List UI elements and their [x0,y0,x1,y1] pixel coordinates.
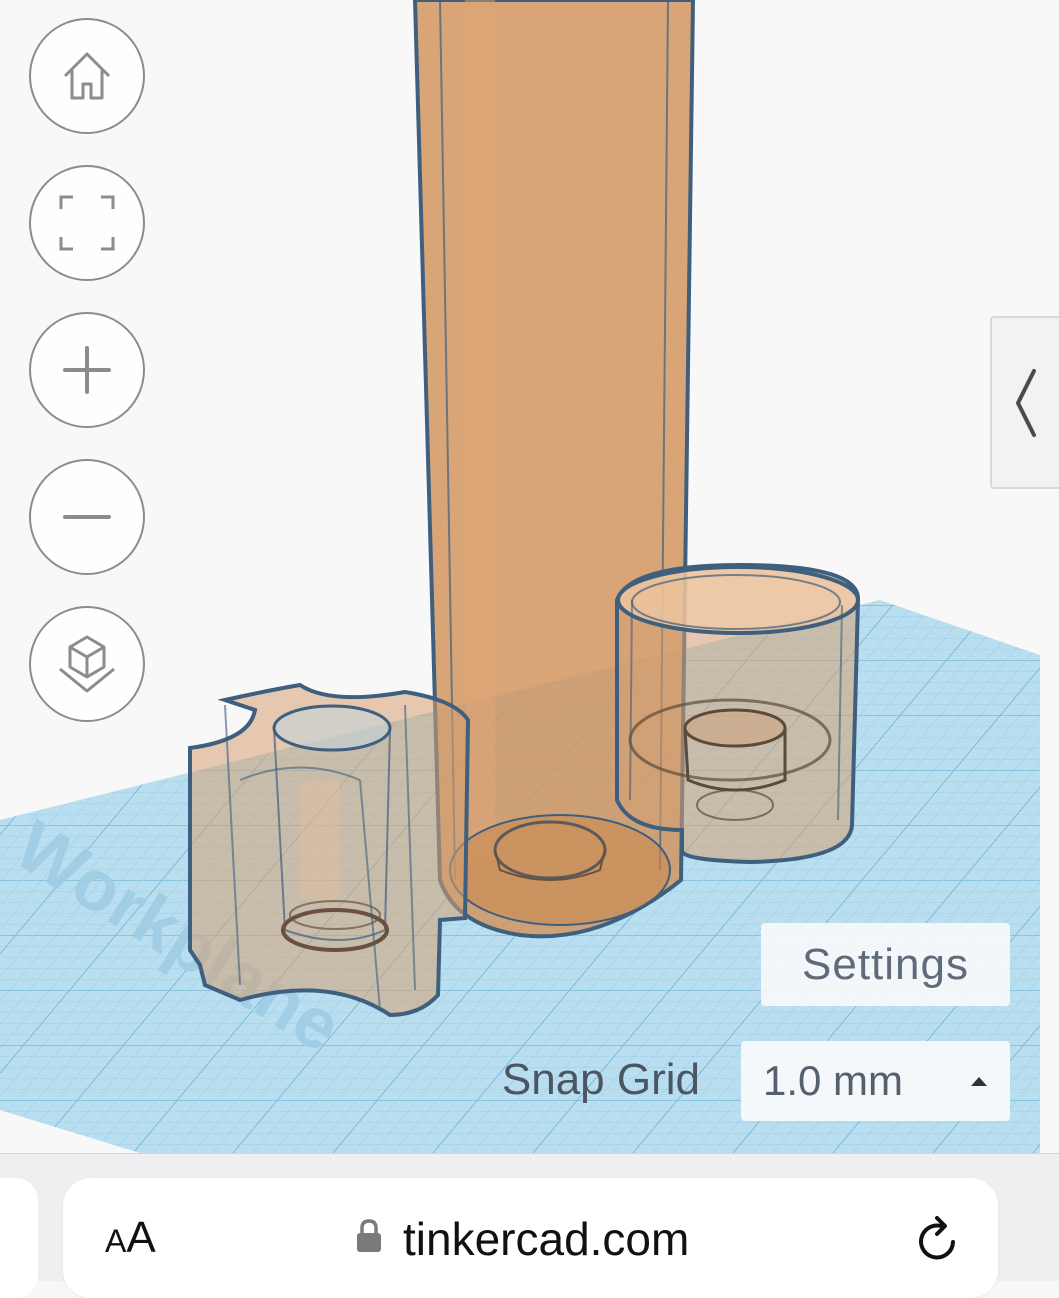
text-size-big-glyph: A [126,1213,156,1262]
zoom-out-button[interactable] [29,459,145,575]
snap-grid-value: 1.0 mm [763,1057,904,1104]
reload-icon[interactable] [913,1212,963,1266]
fit-all-button[interactable] [29,165,145,281]
home-view-button[interactable] [29,18,145,134]
plus-icon [63,346,111,394]
cube-icon [59,635,115,693]
browser-toolbar: AA tinkercad.com [0,1153,1059,1298]
text-size-button[interactable]: AA [105,1208,156,1268]
house-icon [63,52,111,100]
chevron-left-icon [1015,368,1036,437]
previous-tab-card[interactable] [0,1178,38,1298]
address-bar[interactable]: AA tinkercad.com [63,1178,998,1298]
lock-icon [357,1219,381,1252]
zoom-in-button[interactable] [29,312,145,428]
caret-up-icon [971,1077,987,1086]
side-panel-toggle[interactable] [990,316,1059,489]
fit-frame-icon [59,195,115,251]
url-domain[interactable]: tinkercad.com [403,1204,689,1274]
cup-shape[interactable] [615,562,861,865]
snap-grid-label: Snap Grid [501,1055,700,1104]
snap-grid-select[interactable]: 1.0 mm [741,1041,1010,1121]
settings-button[interactable]: Settings [761,923,1010,1006]
text-size-small-glyph: A [105,1223,127,1259]
gear-shape[interactable] [188,682,471,1018]
orthographic-view-button[interactable] [29,606,145,722]
workplane-viewport[interactable]: Workplane Settings Snap Grid 1.0 mm [0,0,1059,1153]
minus-icon [63,515,111,519]
